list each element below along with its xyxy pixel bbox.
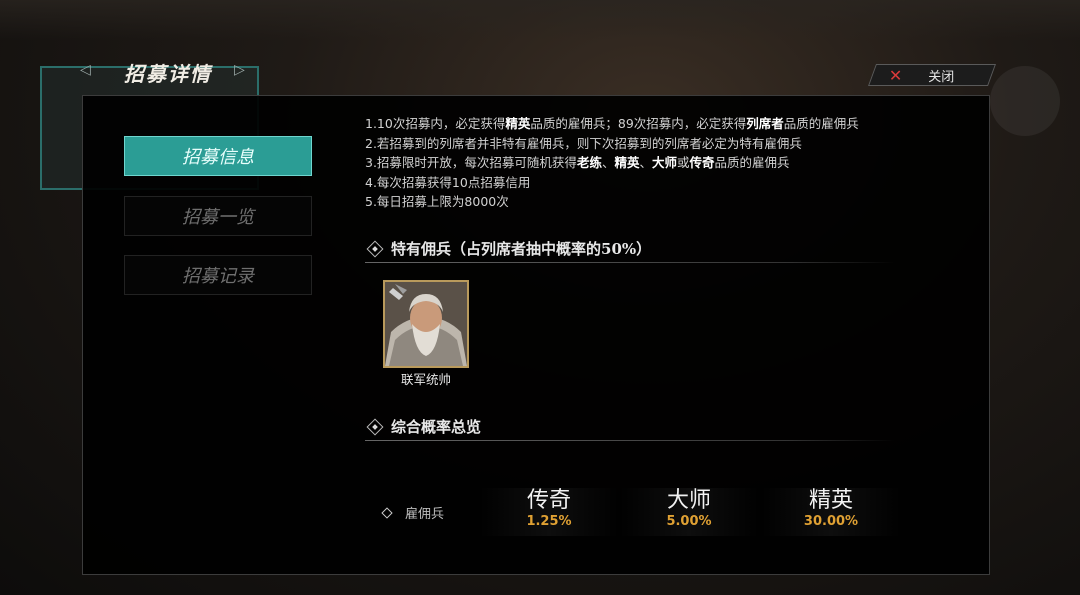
tier-rate: 5.00% — [666, 514, 712, 529]
recruit-rules: 1.10次招募内，必定获得精英品质的雇佣兵；89次招募内，必定获得列席者品质的雇… — [365, 114, 975, 212]
tier-master: 大师 5.00% — [619, 488, 759, 536]
row-diamond-icon — [381, 506, 393, 519]
tier-rate: 30.00% — [803, 514, 859, 529]
page-title: 招募详情 — [124, 62, 212, 86]
commander-portrait-icon — [385, 282, 467, 366]
section-title: 综合概率总览 — [391, 418, 482, 436]
tab-recruit-info[interactable]: 招募信息 — [124, 136, 312, 176]
tier-name: 传奇 — [526, 488, 571, 513]
rule-line-2: 2.若招募到的列席者并非特有雇佣兵，则下次招募到的列席者必定为特有雇佣兵 — [365, 135, 802, 151]
mercenary-portrait[interactable] — [383, 280, 469, 368]
probability-row-label: 雇佣兵 — [381, 503, 444, 522]
background-emblem — [990, 66, 1060, 136]
tab-recruit-records[interactable]: 招募记录 — [124, 255, 312, 295]
recruit-detail-panel: 招募信息 招募一览 招募记录 1.10次招募内，必定获得精英品质的雇佣兵；89次… — [82, 95, 990, 575]
background-top-bar — [0, 0, 1080, 40]
header-right-ornament-icon: ▷ — [234, 62, 245, 78]
close-label: 关闭 — [928, 69, 955, 85]
rule-line-4: 4.每次招募获得10点招募信用 — [365, 174, 531, 190]
mercenary-name: 联军统帅 — [400, 372, 451, 387]
special-mercenary-section: 特有佣兵（占列席者抽中概率的50%） — [365, 236, 895, 266]
section-diamond-icon — [366, 240, 384, 258]
rule-line-1: 1.10次招募内，必定获得精英品质的雇佣兵；89次招募内，必定获得列席者品质的雇… — [365, 116, 859, 131]
section-diamond-icon — [366, 418, 384, 436]
rule-line-5: 5.每日招募上限为8000次 — [365, 194, 509, 209]
rule-line-3: 3.招募限时开放，每次招募可随机获得老练、精英、大师或传奇品质的雇佣兵 — [365, 155, 790, 170]
tier-rate: 1.25% — [526, 514, 572, 529]
section-title: 特有佣兵（占列席者抽中概率的50%） — [391, 240, 652, 258]
tier-legendary: 传奇 1.25% — [479, 488, 619, 536]
tier-name: 大师 — [666, 488, 711, 513]
close-icon: ✕ — [889, 65, 903, 85]
section-divider — [365, 440, 895, 441]
tier-name: 精英 — [808, 488, 853, 513]
header-left-ornament-icon: ◁ — [80, 62, 91, 78]
overview-section: 综合概率总览 — [365, 414, 895, 444]
tier-elite: 精英 30.00% — [761, 488, 901, 536]
tab-recruit-overview[interactable]: 招募一览 — [124, 196, 312, 236]
close-button[interactable]: ✕ 关闭 — [867, 64, 997, 86]
section-divider — [365, 262, 895, 263]
